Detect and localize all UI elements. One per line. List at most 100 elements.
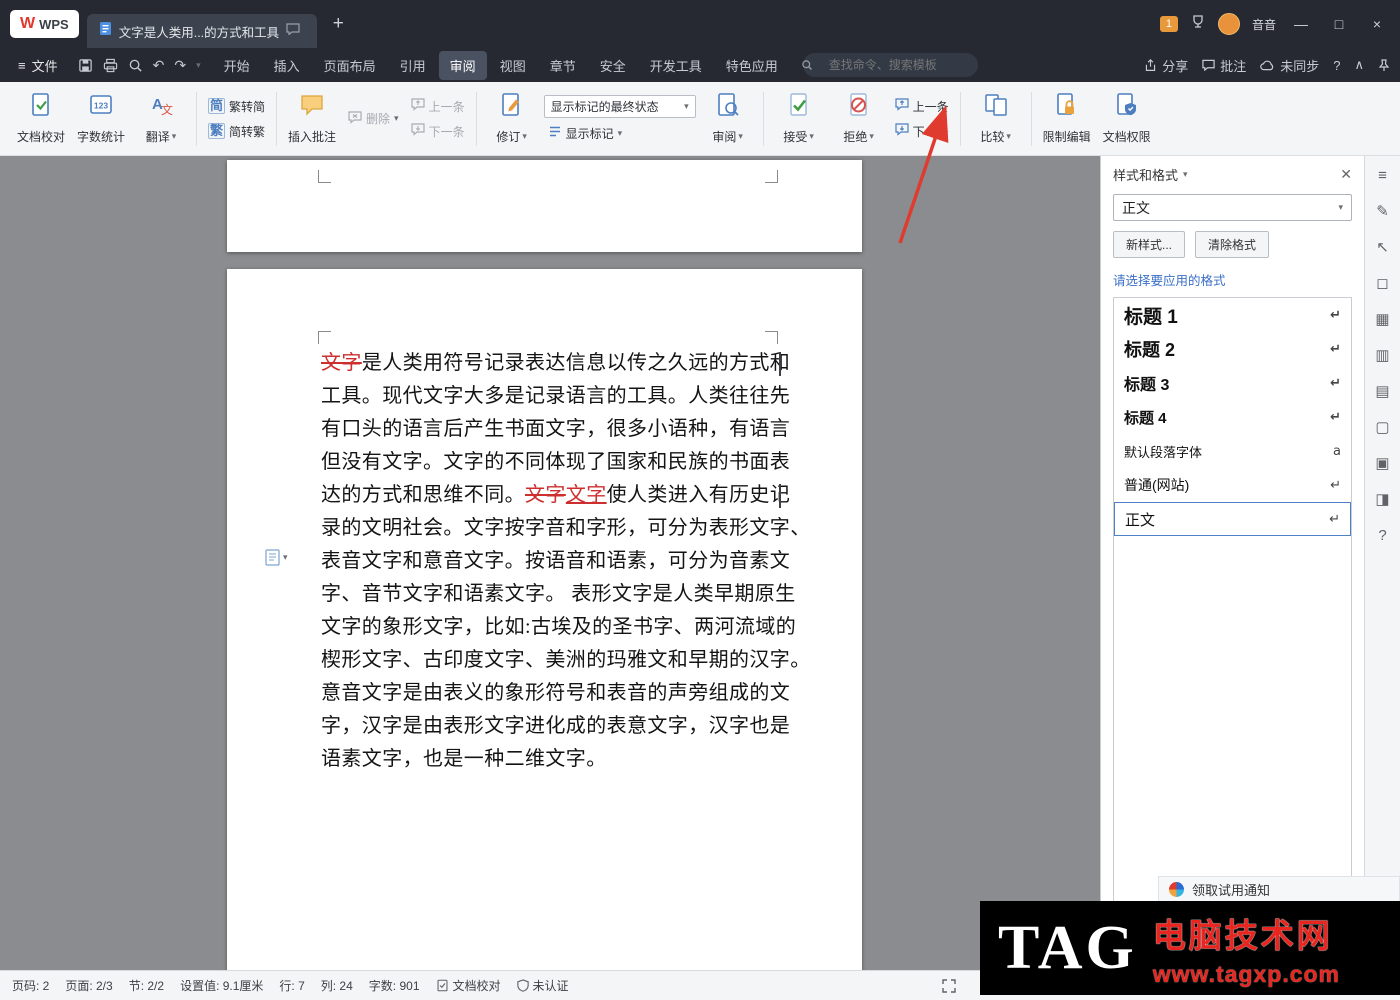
collapse-ribbon-icon[interactable]: ∧	[1354, 57, 1364, 73]
redo-icon[interactable]: ↷	[174, 57, 186, 74]
edit-pencil-icon[interactable]: ✎	[1371, 200, 1395, 222]
sync-label: 未同步	[1280, 58, 1320, 74]
undo-icon[interactable]: ↶	[153, 57, 165, 74]
simp-to-trad-button[interactable]: 繁 简转繁	[204, 122, 269, 141]
chart-icon[interactable]: ▥	[1371, 344, 1395, 366]
style-item-标题 4[interactable]: 标题 4 ↵	[1114, 400, 1351, 434]
layout-icon[interactable]: ▤	[1371, 380, 1395, 402]
style-item-标题 2[interactable]: 标题 2 ↵	[1114, 332, 1351, 366]
wps-color-logo-icon	[1169, 881, 1184, 897]
menu-tab-引用[interactable]: 引用	[389, 51, 437, 80]
trad-to-simp-button[interactable]: 简 繁转简	[204, 97, 269, 116]
fullscreen-icon[interactable]	[942, 978, 956, 993]
new-style-button[interactable]: 新样式...	[1113, 231, 1186, 258]
restrict-editing-button[interactable]: 限制编辑	[1039, 87, 1095, 151]
pin-icon[interactable]	[1378, 58, 1390, 72]
markup-state-select[interactable]: 显示标记的最终状态 ▾	[543, 94, 696, 118]
rewards-cup-icon[interactable]	[1190, 14, 1206, 35]
clear-format-button[interactable]: 清除格式	[1195, 231, 1270, 258]
print-icon[interactable]	[103, 58, 118, 73]
quick-access-more-icon[interactable]: ▾	[196, 60, 201, 71]
review-button[interactable]: 审阅 ▾	[700, 87, 756, 151]
command-search[interactable]	[793, 53, 978, 77]
help-icon[interactable]: ?	[1371, 524, 1395, 546]
message-badge[interactable]: 1	[1159, 16, 1178, 32]
menu-tab-开发工具[interactable]: 开发工具	[639, 51, 713, 80]
panel-close-icon[interactable]: ✕	[1340, 166, 1352, 183]
clipboard-icon[interactable]: ◨	[1371, 488, 1395, 510]
document-canvas[interactable]: 文字是人类用符号记录表达信息以传之久远的方式和 工具。现代文字大多是记录语言的工具…	[0, 156, 1100, 970]
menu-tab-审阅[interactable]: 审阅	[438, 50, 487, 80]
share-button[interactable]: 分享	[1144, 56, 1188, 75]
user-avatar[interactable]	[1217, 13, 1240, 35]
tab-chat-icon[interactable]	[286, 22, 300, 40]
menu-tab-安全[interactable]: 安全	[589, 51, 637, 80]
eraser-icon[interactable]: ◻	[1371, 272, 1395, 294]
reject-change-button[interactable]: 拒绝 ▾	[831, 87, 887, 151]
previous-page[interactable]	[227, 160, 862, 252]
trial-notification-label: 领取试用通知	[1192, 882, 1271, 898]
style-item-普通(网站)[interactable]: 普通(网站) ↵	[1114, 468, 1351, 502]
compare-button[interactable]: 比较 ▾	[968, 87, 1024, 151]
menu-tab-视图[interactable]: 视图	[489, 51, 537, 80]
previous-comment-button[interactable]: 上一条	[407, 97, 469, 116]
translate-button[interactable]: A文 翻译 ▾	[133, 87, 189, 151]
document-text[interactable]: 文字是人类用符号记录表达信息以传之久远的方式和 工具。现代文字大多是记录语言的工具…	[321, 347, 810, 776]
image-icon[interactable]: ▣	[1371, 452, 1395, 474]
maximize-button[interactable]: □	[1326, 16, 1352, 32]
table-icon[interactable]: ▦	[1371, 308, 1395, 330]
style-item-正文[interactable]: 正文 ↵	[1114, 502, 1351, 536]
site-watermark: TAG 电脑技术网 www.tagxp.com	[980, 901, 1400, 995]
accept-change-button[interactable]: 接受 ▾	[771, 87, 827, 151]
status-proofread-button[interactable]: 文档校对	[436, 977, 501, 994]
menu-tab-章节[interactable]: 章节	[539, 51, 587, 80]
tracked-change-bar	[779, 484, 781, 508]
status-cert-button[interactable]: 未认证	[516, 977, 569, 994]
style-item-标题 3[interactable]: 标题 3 ↵	[1114, 366, 1351, 400]
chevron-down-icon[interactable]: ▾	[1183, 169, 1188, 180]
insert-comment-button[interactable]: 插入批注	[284, 87, 340, 151]
document-tab[interactable]: 文字是人类用...的方式和工具	[86, 14, 317, 48]
previous-change-button[interactable]: 上一条	[891, 97, 953, 116]
menu-tab-插入[interactable]: 插入	[263, 51, 311, 80]
sync-status-button[interactable]: 未同步	[1260, 56, 1319, 75]
delete-comment-button[interactable]: 删除 ▾	[344, 109, 403, 128]
track-changes-button[interactable]: 修订 ▾	[484, 87, 540, 151]
paragraph-mark-icon: ↵	[1330, 307, 1341, 323]
show-markup-button[interactable]: 显示标记 ▾	[544, 124, 696, 143]
print-preview-icon[interactable]	[128, 58, 143, 73]
file-menu-button[interactable]: ≡ 文件	[10, 56, 66, 75]
prev-change-icon	[894, 98, 909, 114]
margin-mark	[765, 170, 778, 183]
word-count-button[interactable]: 123 字数统计	[73, 87, 129, 151]
next-change-icon	[894, 123, 909, 139]
document-icon[interactable]: ▢	[1371, 416, 1395, 438]
next-comment-button[interactable]: 下一条	[407, 122, 469, 141]
trial-notification[interactable]: 领取试用通知	[1158, 876, 1400, 902]
current-style-select[interactable]: 正文 ▾	[1113, 194, 1352, 221]
style-item-标题 1[interactable]: 标题 1 ↵	[1114, 298, 1351, 332]
help-icon[interactable]: ?	[1333, 58, 1340, 73]
save-icon[interactable]	[78, 58, 93, 73]
comment-toggle-button[interactable]: 批注	[1202, 56, 1246, 75]
doc-proofread-button[interactable]: 文档校对	[13, 87, 69, 151]
new-tab-button[interactable]: +	[325, 13, 352, 35]
select-arrow-icon[interactable]: ↖	[1371, 236, 1395, 258]
doc-permission-button[interactable]: 文档权限	[1099, 87, 1155, 151]
menu-tab-页面布局[interactable]: 页面布局	[313, 51, 387, 80]
minimize-button[interactable]: —	[1288, 16, 1314, 32]
search-input[interactable]	[802, 53, 978, 77]
document-line: 达的方式和思维不同。文字文字使人类进入有历史记	[321, 484, 791, 508]
menu-tab-特色应用[interactable]: 特色应用	[715, 51, 789, 80]
style-item-默认段落字体[interactable]: 默认段落字体 a	[1114, 434, 1351, 468]
paste-options-button[interactable]: ▾	[265, 549, 288, 566]
document-line: 语素文字，也是一种二维文字。	[321, 748, 607, 770]
close-button[interactable]: ×	[1364, 16, 1390, 32]
chevron-down-icon: ▾	[171, 131, 177, 141]
current-page[interactable]: 文字是人类用符号记录表达信息以传之久远的方式和 工具。现代文字大多是记录语言的工具…	[227, 269, 862, 970]
menu-tab-开始[interactable]: 开始	[213, 51, 261, 80]
wps-logo[interactable]: W WPS	[10, 10, 79, 38]
panel-menu-icon[interactable]: ≡	[1371, 164, 1395, 186]
margin-mark	[318, 331, 331, 344]
next-change-button[interactable]: 下一条	[891, 122, 953, 141]
